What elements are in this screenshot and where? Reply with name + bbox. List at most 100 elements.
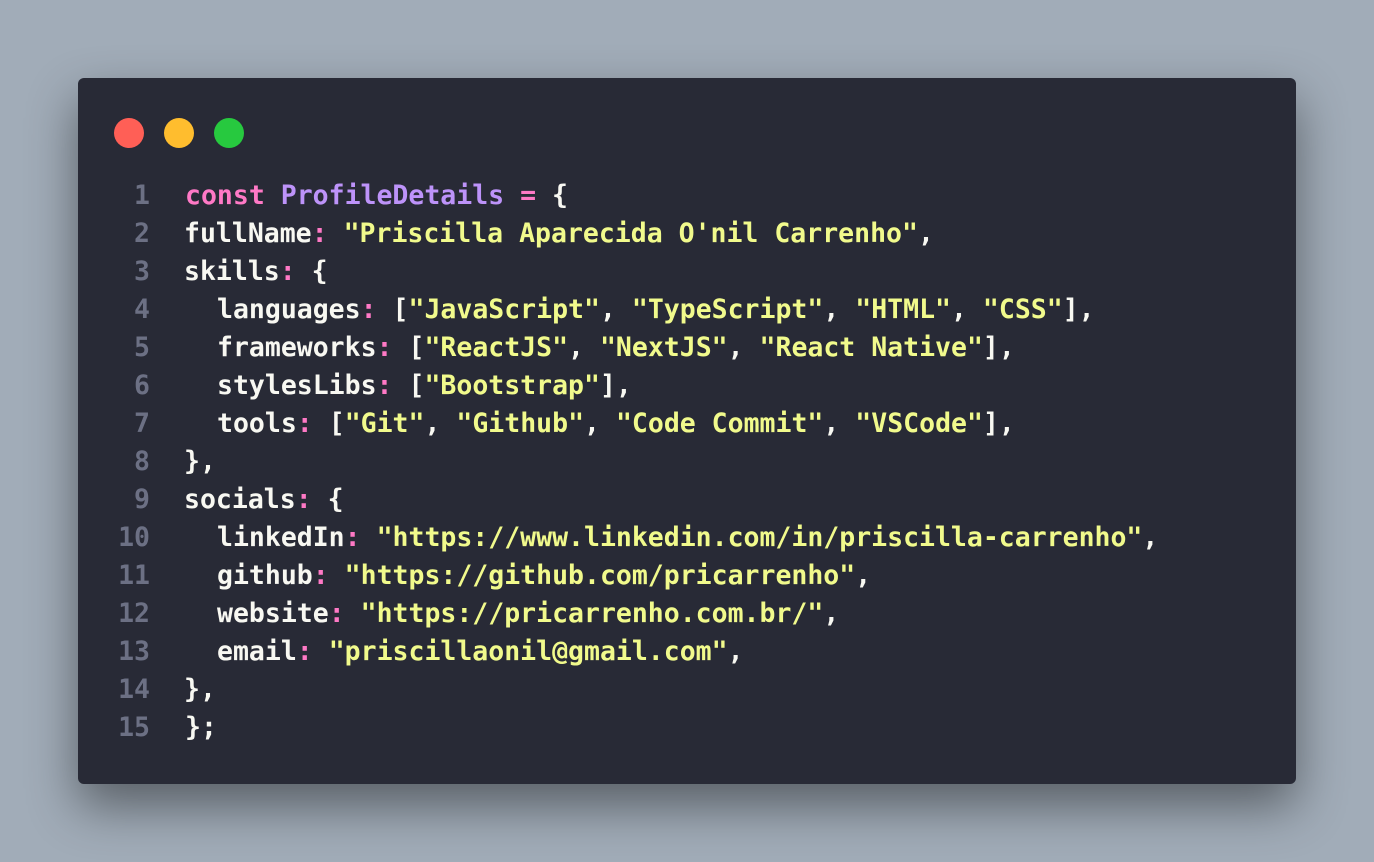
operator-token: = <box>520 180 537 211</box>
line-content: const ProfileDetails = { <box>150 177 568 215</box>
comma-token: , <box>568 332 600 363</box>
line-number: 11 <box>118 560 150 591</box>
brace-token: { <box>552 180 568 211</box>
comma-token: , <box>855 560 872 591</box>
colon-token: : <box>311 218 328 249</box>
comma-token: , <box>424 408 457 439</box>
bracket-token: ], <box>1062 294 1095 325</box>
line-number: 2 <box>134 218 150 249</box>
bracket-token: [ <box>408 332 425 363</box>
colon-token: : <box>312 560 329 591</box>
line-number: 1 <box>134 180 150 211</box>
line-content: frameworks: ["ReactJS", "NextJS", "React… <box>150 329 1015 367</box>
brace-token: }; <box>185 712 217 743</box>
colon-token: : <box>296 636 313 667</box>
line-content: stylesLibs: ["Bootstrap"], <box>150 367 632 405</box>
line-number: 6 <box>134 370 150 401</box>
identifier-token: ProfileDetails <box>280 180 505 211</box>
bracket-token: ], <box>599 370 632 401</box>
line-number: 13 <box>118 636 150 667</box>
code-line: 6 stylesLibs: ["Bootstrap"], <box>106 367 1158 405</box>
line-number: 7 <box>134 408 150 439</box>
bracket-token: ], <box>982 408 1015 439</box>
line-content: skills: { <box>150 253 328 291</box>
line-content: }; <box>150 709 217 747</box>
property-key: stylesLibs <box>217 370 377 401</box>
window-controls <box>114 118 244 148</box>
property-key: skills <box>184 256 280 287</box>
brace-token: }, <box>184 674 216 705</box>
colon-token: : <box>360 294 377 325</box>
code-line: 10 linkedIn: "https://www.linkedin.com/in… <box>106 519 1158 557</box>
string-token: "NextJS" <box>599 332 728 363</box>
property-key: tools <box>217 408 297 439</box>
string-token: "JavaScript" <box>408 294 600 325</box>
line-number: 3 <box>134 256 150 287</box>
string-token: "Priscilla Aparecida O'nil Carrenho" <box>343 218 918 249</box>
code-window: 1 const ProfileDetails = {2 fullName: "Pri… <box>78 78 1296 784</box>
close-button[interactable] <box>114 118 144 148</box>
code-line: 11 github: "https://github.com/pricarrenh… <box>106 557 1158 595</box>
line-number: 14 <box>118 674 150 705</box>
line-number: 10 <box>118 522 150 553</box>
comma-token: , <box>727 332 760 363</box>
line-content: fullName: "Priscilla Aparecida O'nil Car… <box>150 215 934 253</box>
code-line: 8}, <box>106 443 1158 481</box>
string-token: "priscillaonil@gmail.com" <box>328 636 728 667</box>
comma-token: , <box>1142 522 1159 553</box>
brace-token: }, <box>184 446 216 477</box>
string-token: "Git" <box>344 408 425 439</box>
bracket-token: [ <box>408 370 425 401</box>
code-line: 1 const ProfileDetails = { <box>106 177 1158 215</box>
comma-token: , <box>823 408 856 439</box>
line-number: 15 <box>118 712 150 743</box>
brace-token: { <box>327 484 344 515</box>
colon-token: : <box>295 484 312 515</box>
minimize-button[interactable] <box>164 118 194 148</box>
code-line: 13 email: "priscillaonil@gmail.com", <box>106 633 1158 671</box>
string-token: "TypeScript" <box>631 294 824 325</box>
bracket-token: [ <box>328 408 345 439</box>
line-content: linkedIn: "https://www.linkedin.com/in/p… <box>150 519 1158 557</box>
string-token: "React Native" <box>759 332 983 363</box>
line-number: 12 <box>118 598 150 629</box>
property-key: linkedIn <box>217 522 345 553</box>
code-line: 15}; <box>106 709 1158 747</box>
code-line: 5 frameworks: ["ReactJS", "NextJS", "Reac… <box>106 329 1158 367</box>
line-number: 5 <box>134 332 150 363</box>
code-line: 3 skills: { <box>106 253 1158 291</box>
comma-token: , <box>599 294 632 325</box>
comma-token: , <box>727 636 744 667</box>
property-key: email <box>217 636 297 667</box>
string-token: "HTML" <box>855 294 951 325</box>
comma-token: , <box>950 294 983 325</box>
string-token: "CSS" <box>982 294 1063 325</box>
code-line: 7 tools: ["Git", "Github", "Code Commit",… <box>106 405 1158 443</box>
code-line: 14}, <box>106 671 1158 709</box>
line-number: 9 <box>134 484 150 515</box>
comma-token: , <box>823 294 856 325</box>
code-line: 12 website: "https://pricarrenho.com.br/"… <box>106 595 1158 633</box>
string-token: "Bootstrap" <box>424 370 600 401</box>
maximize-button[interactable] <box>214 118 244 148</box>
code-block: 1 const ProfileDetails = {2 fullName: "Pri… <box>106 177 1158 747</box>
string-token: "VSCode" <box>855 408 983 439</box>
code-line: 9 socials: { <box>106 481 1158 519</box>
bracket-token: [ <box>392 294 409 325</box>
bracket-token: ], <box>982 332 1015 363</box>
line-content: github: "https://github.com/pricarrenho"… <box>150 557 871 595</box>
line-content: }, <box>150 671 216 709</box>
comma-token: , <box>917 218 934 249</box>
brace-token: { <box>311 256 328 287</box>
string-token: "https://pricarrenho.com.br/" <box>360 598 824 629</box>
code-line: 2 fullName: "Priscilla Aparecida O'nil Ca… <box>106 215 1158 253</box>
colon-token: : <box>296 408 313 439</box>
